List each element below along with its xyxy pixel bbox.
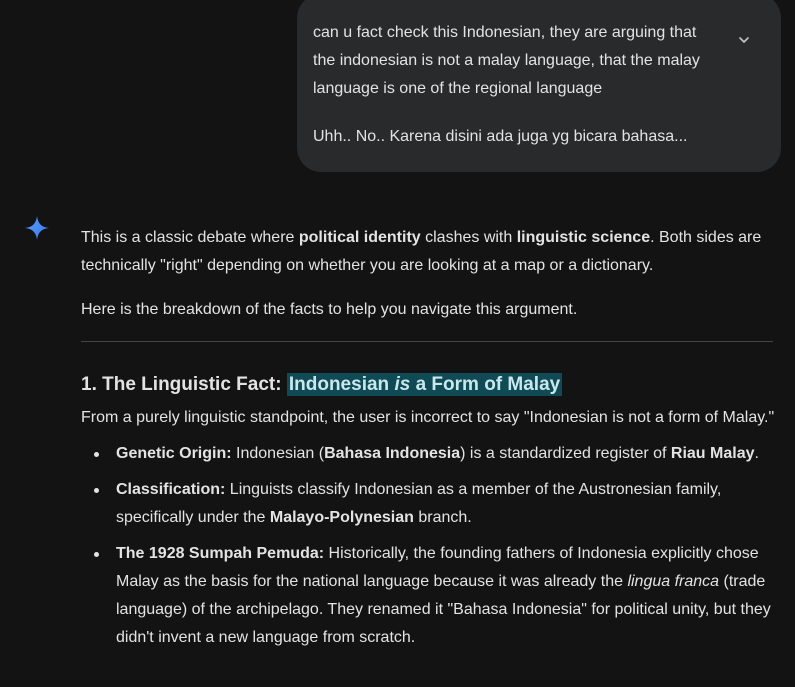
- bullet-label: The 1928 Sumpah Pemuda:: [116, 545, 325, 562]
- italic-text: is: [394, 374, 411, 395]
- bold-text: Riau Malay: [670, 445, 755, 462]
- italic-text: lingua franca: [627, 573, 720, 590]
- response-paragraph: This is a classic debate where political…: [81, 224, 776, 280]
- bold-text: political identity: [298, 229, 421, 246]
- chevron-down-icon: [739, 37, 749, 43]
- response-paragraph: Here is the breakdown of the facts to he…: [81, 301, 578, 318]
- bullet-label: Genetic Origin:: [116, 445, 232, 462]
- user-message-line: language is one of the regional language: [313, 80, 603, 97]
- bold-text: linguistic science: [516, 229, 651, 246]
- facts-list: Genetic Origin: Indonesian (Bahasa Indon…: [81, 440, 776, 652]
- section-intro: From a purely linguistic standpoint, the…: [81, 409, 775, 426]
- list-item: Genetic Origin: Indonesian (Bahasa Indon…: [81, 440, 776, 468]
- bold-text: Malayo-Polynesian: [269, 509, 414, 526]
- user-message-preview: Uhh.. No.. Karena disini ada juga yg bic…: [313, 128, 688, 145]
- list-item: Classification: Linguists classify Indon…: [81, 476, 776, 532]
- user-message-bubble[interactable]: can u fact check this Indonesian, they a…: [297, 0, 781, 172]
- section-heading: 1. The Linguistic Fact: Indonesian is a …: [81, 370, 776, 400]
- text-run: clashes with: [420, 229, 517, 246]
- chat-page: can u fact check this Indonesian, they a…: [0, 0, 795, 687]
- text-run: This is a classic debate where: [81, 229, 299, 246]
- gemini-spark-icon: [25, 216, 49, 240]
- text-run: Indonesian (: [231, 445, 325, 462]
- text-run: ) is a standardized register of: [460, 445, 671, 462]
- text-run: Indonesian: [288, 374, 395, 395]
- text-run: .: [754, 445, 759, 462]
- bullet-label: Classification:: [116, 481, 226, 498]
- text-run: branch.: [413, 509, 472, 526]
- highlighted-heading-text[interactable]: Indonesian is a Form of Malay: [286, 373, 563, 396]
- section-divider: [81, 341, 773, 342]
- bold-text: Bahasa Indonesia: [324, 445, 461, 462]
- text-run: a Form of Malay: [410, 374, 561, 395]
- user-message-line: the indonesian is not a malay language, …: [313, 52, 700, 69]
- user-message-line: can u fact check this Indonesian, they a…: [313, 24, 697, 41]
- expand-message-button[interactable]: [732, 28, 756, 52]
- list-item: The 1928 Sumpah Pemuda: Historically, th…: [81, 540, 776, 652]
- assistant-response: This is a classic debate where political…: [81, 224, 776, 660]
- heading-prefix: 1. The Linguistic Fact:: [81, 374, 287, 395]
